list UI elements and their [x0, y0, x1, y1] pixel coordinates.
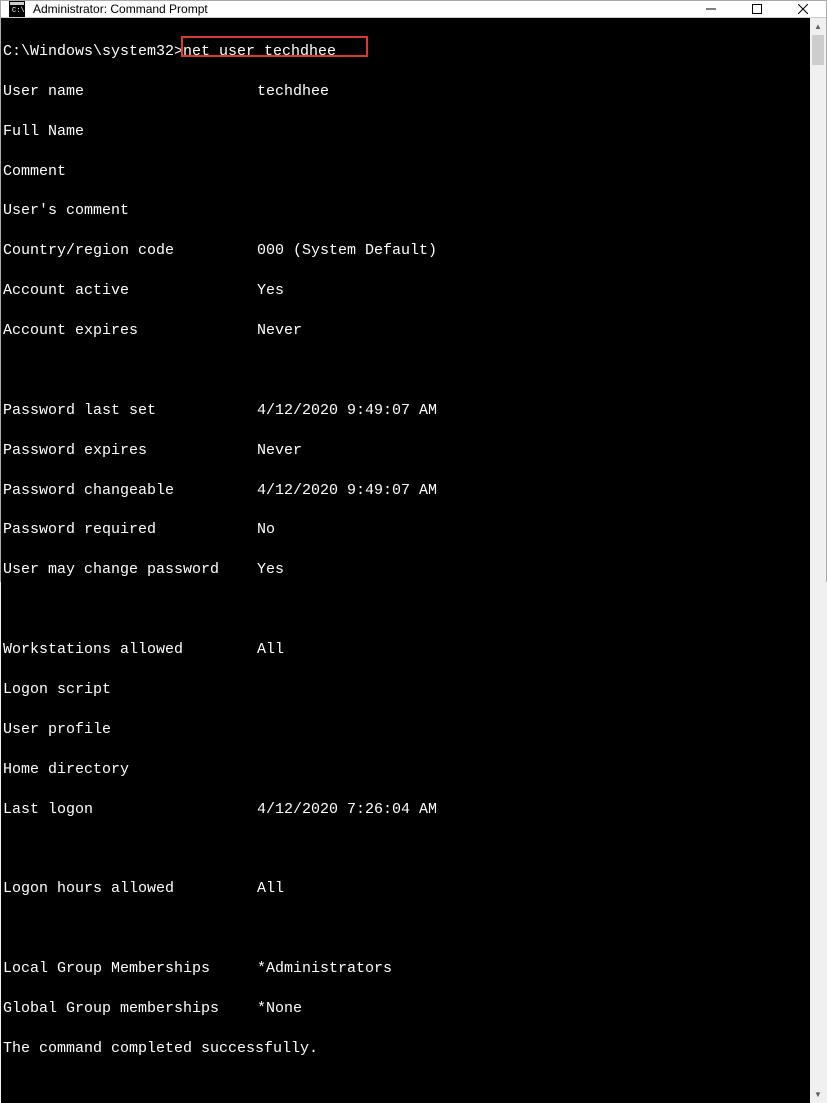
cmd-icon: C:\	[9, 1, 25, 17]
minimize-button[interactable]	[688, 1, 734, 17]
scroll-track[interactable]	[810, 35, 826, 1086]
label-home-dir: Home directory	[3, 760, 257, 780]
prompt: C:\Windows\system32>	[3, 43, 183, 60]
scroll-thumb[interactable]	[812, 35, 824, 65]
value-local-group: *Administrators	[257, 959, 392, 979]
value-pwd-last-set: ‎4/‎12/‎2020 9:49:07 AM	[257, 401, 437, 421]
terminal-output[interactable]: C:\Windows\system32>net user techdhee Us…	[1, 18, 810, 1103]
label-pwd-last-set: Password last set	[3, 401, 257, 421]
titlebar: C:\ Administrator: Command Prompt	[1, 1, 826, 18]
vertical-scrollbar[interactable]: ▲ ▼	[810, 18, 826, 1103]
label-user-profile: User profile	[3, 720, 257, 740]
label-global-group: Global Group memberships	[3, 999, 257, 1019]
value-workstations: All	[257, 640, 284, 660]
command-prompt-window: C:\ Administrator: Command Prompt C:\Win…	[0, 0, 827, 582]
label-pwd-required: Password required	[3, 520, 257, 540]
value-logon-hours: All	[257, 879, 284, 899]
value-pwd-expires: Never	[257, 441, 302, 461]
value-user-name: techdhee	[257, 82, 329, 102]
value-user-change-pwd: Yes	[257, 560, 284, 580]
window-title: Administrator: Command Prompt	[33, 2, 688, 16]
completion-text: The command completed successfully.	[3, 1039, 318, 1059]
label-users-comment: User's comment	[3, 201, 257, 221]
label-account-expires: Account expires	[3, 321, 257, 341]
svg-text:C:\: C:\	[12, 7, 25, 15]
label-pwd-changeable: Password changeable	[3, 481, 257, 501]
value-pwd-required: No	[257, 520, 275, 540]
label-logon-script: Logon script	[3, 680, 257, 700]
label-logon-hours: Logon hours allowed	[3, 879, 257, 899]
value-last-logon: ‎4/‎12/‎2020 7:26:04 AM	[257, 800, 437, 820]
label-account-active: Account active	[3, 281, 257, 301]
command: net user techdhee	[183, 43, 336, 60]
value-account-active: Yes	[257, 281, 284, 301]
close-button[interactable]	[780, 1, 826, 17]
label-country: Country/region code	[3, 241, 257, 261]
value-pwd-changeable: ‎4/‎12/‎2020 9:49:07 AM	[257, 481, 437, 501]
label-last-logon: Last logon	[3, 800, 257, 820]
label-user-name: User name	[3, 82, 257, 102]
label-pwd-expires: Password expires	[3, 441, 257, 461]
window-controls	[688, 1, 826, 17]
label-workstations: Workstations allowed	[3, 640, 257, 660]
label-local-group: Local Group Memberships	[3, 959, 257, 979]
label-comment: Comment	[3, 162, 257, 182]
value-country: 000 (System Default)	[257, 241, 437, 261]
value-account-expires: Never	[257, 321, 302, 341]
scroll-up-arrow[interactable]: ▲	[810, 18, 826, 35]
scroll-down-arrow[interactable]: ▼	[810, 1086, 826, 1103]
value-global-group: *None	[257, 999, 302, 1019]
terminal-area: C:\Windows\system32>net user techdhee Us…	[1, 18, 826, 1103]
maximize-button[interactable]	[734, 1, 780, 17]
label-full-name: Full Name	[3, 122, 257, 142]
label-user-change-pwd: User may change password	[3, 560, 257, 580]
